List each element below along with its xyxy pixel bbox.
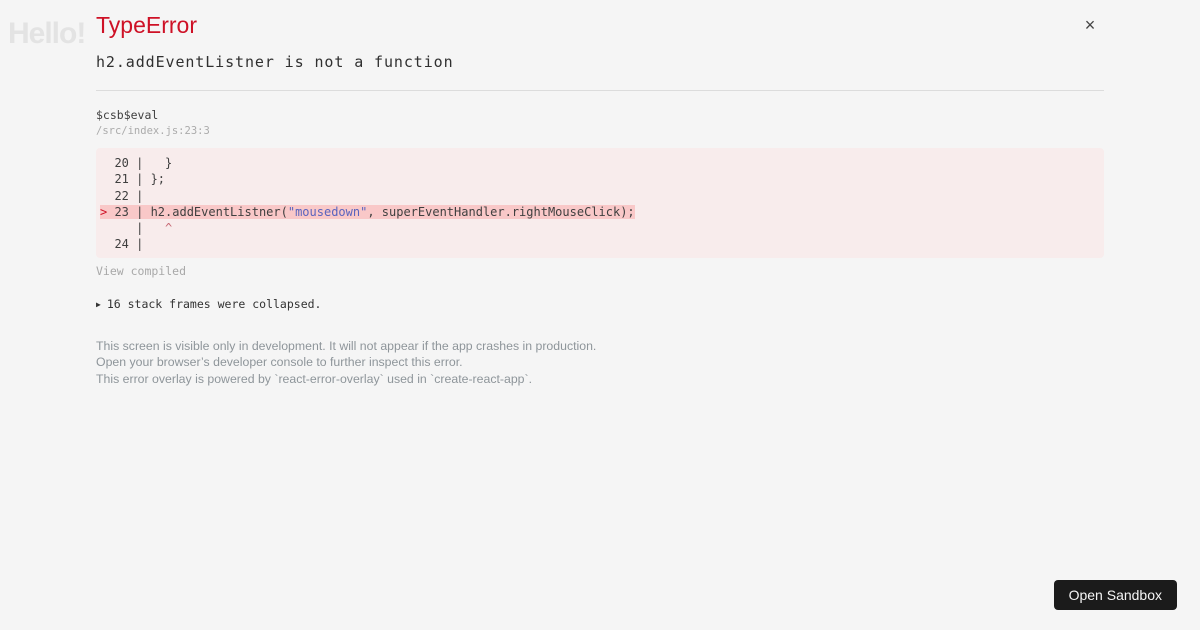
error-caret: ^	[165, 221, 173, 236]
collapsed-frames-label: 16 stack frames were collapsed.	[106, 297, 322, 311]
view-compiled-link[interactable]: View compiled	[96, 264, 186, 278]
code-line: 21 | };	[100, 171, 1104, 187]
error-line-marker: >	[100, 204, 115, 219]
open-sandbox-button[interactable]: Open Sandbox	[1053, 580, 1177, 610]
code-frame: 20 | } 21 | }; 22 | > 23 | h2.addEventLi…	[96, 148, 1104, 258]
error-title: TypeError	[96, 12, 197, 38]
footer-line-powered-by: This error overlay is powered by `react-…	[96, 371, 533, 386]
stack-frame-function: $csb$eval	[96, 108, 159, 122]
footer-line-dev-only: This screen is visible only in developme…	[96, 339, 597, 353]
divider	[96, 90, 1104, 91]
error-message: h2.addEventListner is not a function	[96, 53, 454, 71]
code-text: 20 | }	[100, 156, 173, 170]
stack-frames-expander[interactable]: ▶ 16 stack frames were collapsed.	[96, 297, 321, 311]
code-line-highlighted: > 23 | h2.addEventListner("mousedown", s…	[100, 204, 1104, 220]
code-line: 20 | }	[100, 155, 1104, 171]
code-text: 22 |	[100, 188, 151, 203]
code-text: 21 | };	[100, 172, 166, 187]
close-icon[interactable]: ×	[1078, 13, 1102, 37]
error-overlay: × TypeError h2.addEventListner is not a …	[0, 0, 1200, 630]
code-string-token: "mousedown"	[287, 204, 368, 219]
footer-line-console-hint: Open your browser’s developer console to…	[96, 355, 463, 370]
code-line: 24 |	[100, 236, 1104, 252]
overlay-footer: This screen is visible only in developme…	[96, 338, 596, 387]
code-text: , superEventHandler.rightMouseClick);	[367, 204, 635, 219]
code-text: 24 |	[100, 237, 151, 252]
expand-triangle-icon: ▶	[96, 300, 101, 309]
code-line: | ^	[100, 220, 1104, 236]
code-line: 22 |	[100, 188, 1104, 204]
code-text: |	[100, 221, 166, 236]
code-text: 23 | h2.addEventListner(	[114, 204, 288, 219]
error-line-highlight: > 23 | h2.addEventListner("mousedown", s…	[100, 204, 635, 219]
stack-frame-location: /src/index.js:23:3	[96, 125, 210, 137]
